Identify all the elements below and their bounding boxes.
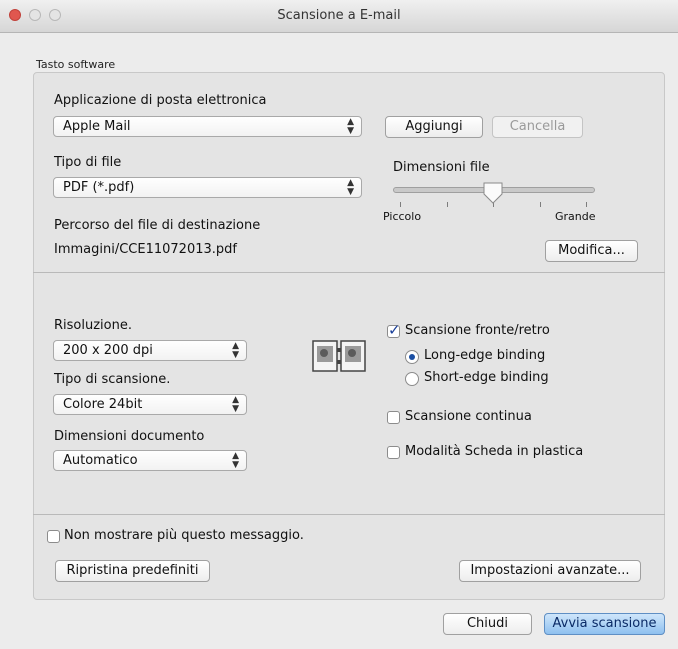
long-edge-radio[interactable]	[405, 350, 419, 364]
destination-label: Percorso del file di destinazione	[54, 218, 261, 233]
file-type-label: Tipo di file	[54, 155, 122, 170]
scan-type-label: Tipo di scansione.	[54, 372, 171, 387]
file-type-value: PDF (*.pdf)	[63, 180, 135, 195]
section-divider	[33, 514, 665, 515]
slider-tick	[400, 202, 401, 207]
slider-tick	[586, 202, 587, 207]
scan-to-email-window: Scansione a E-mail Tasto software Applic…	[0, 0, 678, 649]
email-app-select[interactable]: Apple Mail ▲ ▼	[53, 116, 362, 137]
dont-show-label: Non mostrare più questo messaggio.	[64, 528, 304, 543]
email-app-value: Apple Mail	[63, 119, 131, 134]
updown-arrows-icon: ▲ ▼	[347, 116, 354, 136]
duplex-pages-icon	[312, 340, 366, 372]
scan-type-select[interactable]: Colore 24bit ▲ ▼	[53, 394, 247, 415]
scan-type-value: Colore 24bit	[63, 397, 143, 412]
resolution-value: 200 x 200 dpi	[63, 343, 153, 358]
group-label: Tasto software	[36, 58, 116, 71]
delete-button[interactable]: Cancella	[492, 116, 583, 138]
short-edge-radio[interactable]	[405, 372, 419, 386]
updown-arrows-icon: ▲ ▼	[232, 450, 239, 470]
updown-arrows-icon: ▲ ▼	[232, 394, 239, 414]
duplex-label: Scansione fronte/retro	[405, 323, 550, 338]
edit-path-button[interactable]: Modifica...	[545, 240, 638, 262]
document-size-select[interactable]: Automatico ▲ ▼	[53, 450, 247, 471]
add-button[interactable]: Aggiungi	[385, 116, 483, 138]
restore-defaults-button[interactable]: Ripristina predefiniti	[55, 560, 210, 582]
checkmark-icon: ✓	[388, 321, 401, 339]
file-type-select[interactable]: PDF (*.pdf) ▲ ▼	[53, 177, 362, 198]
section-divider	[33, 272, 665, 273]
file-size-label: Dimensioni file	[393, 160, 490, 175]
plastic-card-checkbox[interactable]	[387, 446, 400, 459]
long-edge-label: Long-edge binding	[424, 348, 546, 363]
close-button[interactable]: Chiudi	[443, 613, 532, 635]
continuous-scan-checkbox[interactable]	[387, 411, 400, 424]
advanced-settings-button[interactable]: Impostazioni avanzate...	[459, 560, 641, 582]
dont-show-checkbox[interactable]	[47, 530, 60, 543]
updown-arrows-icon: ▲ ▼	[232, 340, 239, 360]
window-title: Scansione a E-mail	[277, 8, 401, 23]
short-edge-label: Short-edge binding	[424, 370, 549, 385]
duplex-checkbox[interactable]: ✓	[387, 321, 401, 339]
resolution-select[interactable]: 200 x 200 dpi ▲ ▼	[53, 340, 247, 361]
settings-panel	[33, 72, 665, 600]
resolution-label: Risoluzione.	[54, 318, 132, 333]
start-scan-button[interactable]: Avvia scansione	[544, 613, 665, 635]
document-size-label: Dimensioni documento	[54, 429, 205, 444]
slider-min-label: Piccolo	[383, 210, 422, 223]
continuous-scan-label: Scansione continua	[405, 409, 532, 424]
document-size-value: Automatico	[63, 453, 138, 468]
file-size-slider-knob[interactable]	[482, 181, 504, 205]
slider-tick	[447, 202, 448, 207]
slider-max-label: Grande	[555, 210, 596, 223]
updown-arrows-icon: ▲ ▼	[347, 177, 354, 197]
title-bar: Scansione a E-mail	[0, 0, 678, 33]
radio-selected-dot	[409, 354, 415, 360]
destination-path: Immagini/CCE11072013.pdf	[54, 242, 237, 257]
plastic-card-label: Modalità Scheda in plastica	[405, 444, 584, 459]
email-app-label: Applicazione di posta elettronica	[54, 93, 267, 108]
slider-tick	[540, 202, 541, 207]
